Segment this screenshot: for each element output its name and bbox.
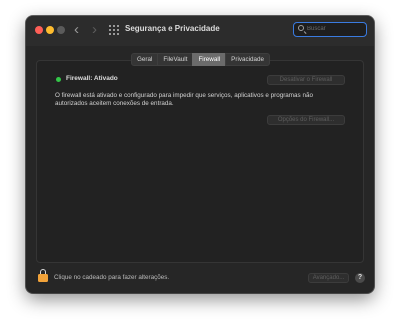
firewall-panel xyxy=(36,60,364,263)
description-line: autorizados aceitem conexões de entrada. xyxy=(55,100,174,107)
advanced-button[interactable]: Avançado... xyxy=(308,273,349,283)
minimize-button[interactable] xyxy=(46,26,54,34)
tab-geral[interactable]: Geral xyxy=(131,53,159,66)
firewall-description: O firewall está ativado e configurado pa… xyxy=(55,92,325,108)
tab-filevault[interactable]: FileVault xyxy=(157,53,194,66)
search-input[interactable] xyxy=(307,23,363,35)
firewall-status-label: Firewall: Ativado xyxy=(66,75,118,82)
title-bar: ‹ › Segurança e Privacidade xyxy=(26,16,374,46)
show-all-grid-icon[interactable] xyxy=(109,25,119,35)
description-line: O firewall está ativado e configurado pa… xyxy=(55,92,313,99)
search-field[interactable] xyxy=(293,22,367,37)
firewall-options-button[interactable]: Opções do Firewall... xyxy=(267,115,345,125)
back-button[interactable]: ‹ xyxy=(74,21,79,39)
help-button[interactable]: ? xyxy=(355,273,365,283)
preferences-window: ‹ › Segurança e Privacidade Geral FileVa… xyxy=(26,16,374,293)
lock-hint-text: Clique no cadeado para fazer alterações. xyxy=(54,274,170,281)
forward-button[interactable]: › xyxy=(92,21,97,39)
window-title: Segurança e Privacidade xyxy=(125,24,220,33)
close-button[interactable] xyxy=(35,26,43,34)
deactivate-firewall-button[interactable]: Desativar o Firewall xyxy=(267,75,345,85)
search-icon xyxy=(298,25,304,31)
tab-bar: Geral FileVault Firewall Privacidade xyxy=(131,53,271,66)
lock-icon[interactable] xyxy=(38,269,48,282)
zoom-button[interactable] xyxy=(57,26,65,34)
firewall-status-indicator xyxy=(56,77,61,82)
tab-privacidade[interactable]: Privacidade xyxy=(225,53,271,66)
tab-firewall[interactable]: Firewall xyxy=(192,53,227,66)
